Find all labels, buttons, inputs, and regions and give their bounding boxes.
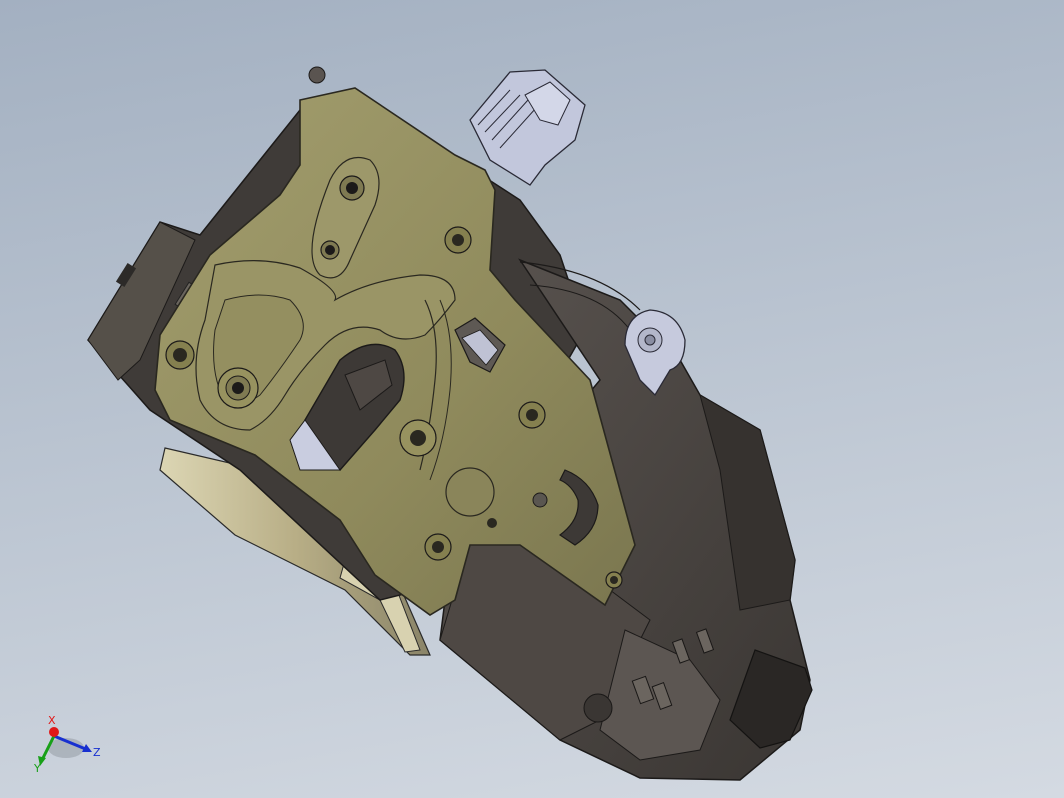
cad-3d-viewport[interactable]: X Y Z: [0, 0, 1064, 798]
orientation-triad: X Y Z: [33, 714, 101, 775]
y-axis-label: Y: [33, 762, 41, 775]
x-axis-label: X: [48, 714, 56, 727]
top-clip: [469, 69, 586, 186]
latch-plate: [154, 87, 636, 616]
x-axis-marker: [49, 727, 59, 737]
z-axis-label: Z: [93, 746, 101, 759]
door-lock-actuator-model[interactable]: [0, 0, 1064, 798]
